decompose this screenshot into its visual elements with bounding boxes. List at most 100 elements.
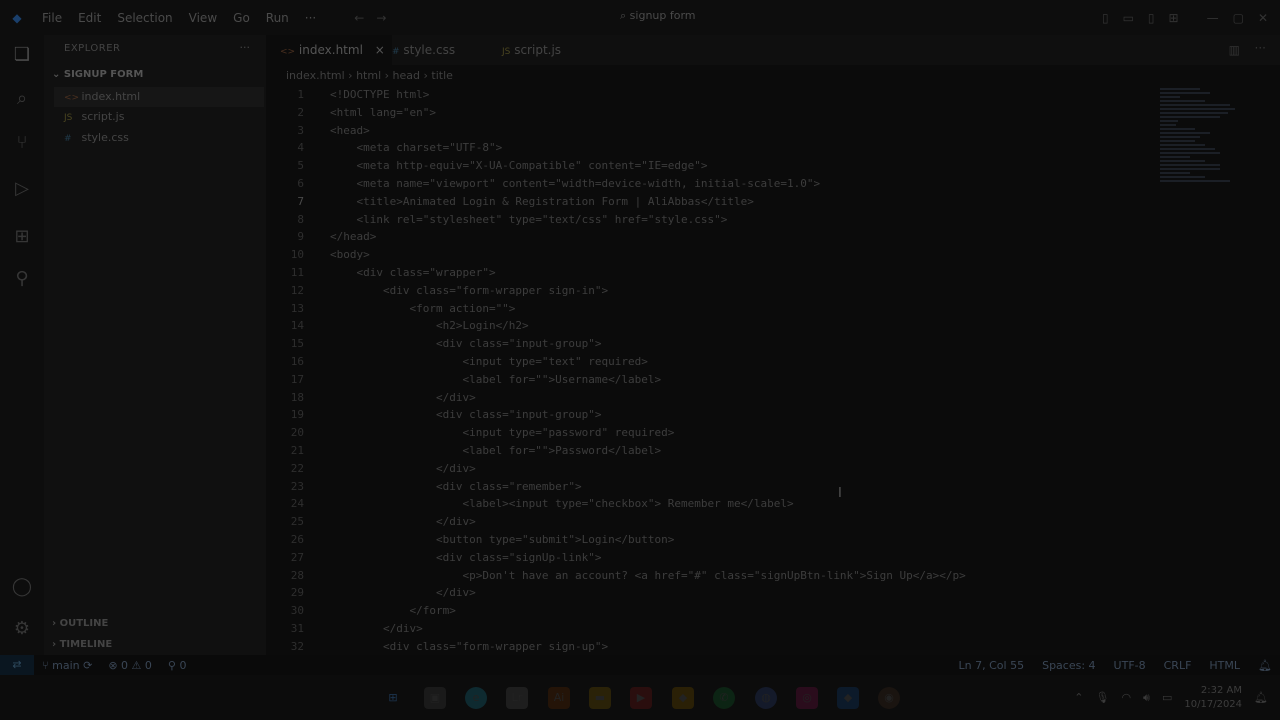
chrome-profile-icon[interactable]: ◍ — [755, 687, 777, 709]
code-line[interactable]: 12 <div class="form-wrapper sign-in"> — [266, 282, 1280, 300]
binance-icon[interactable]: ◆ — [672, 687, 694, 709]
breadcrumb-title[interactable]: title — [431, 69, 453, 82]
problems-indicator[interactable]: ⊗ 0 ⚠ 0 — [100, 659, 160, 672]
code-line[interactable]: 7 <title>Animated Login & Registration F… — [266, 193, 1280, 211]
code-line[interactable]: 20 <input type="password" required> — [266, 424, 1280, 442]
code-line[interactable]: 3 <head> — [266, 122, 1280, 140]
file-explorer-icon[interactable]: ▬ — [589, 687, 611, 709]
code-line[interactable]: 2 <html lang="en"> — [266, 104, 1280, 122]
source-control-icon[interactable]: ⑂ — [10, 131, 34, 155]
menu-selection[interactable]: Selection — [109, 11, 180, 25]
account-icon[interactable]: ◯ — [10, 575, 34, 599]
tab-script-js[interactable]: JS script.js — [488, 35, 602, 65]
menu-more[interactable]: ··· — [297, 11, 324, 25]
minimap[interactable] — [1160, 86, 1270, 206]
notifications-bell-icon[interactable]: 🔔︎ — [1258, 659, 1272, 672]
tab-index-html[interactable]: <> index.html × — [266, 35, 392, 65]
more-actions-icon[interactable]: ··· — [1255, 41, 1266, 55]
edge-browser-icon[interactable]: e — [465, 687, 487, 709]
split-editor-icon[interactable]: ▥ — [1229, 43, 1240, 57]
cursor-position[interactable]: Ln 7, Col 55 — [959, 659, 1025, 672]
code-line[interactable]: 6 <meta name="viewport" content="width=d… — [266, 175, 1280, 193]
notifications-bell-icon[interactable]: 🔔︎ — [1254, 691, 1268, 704]
end-of-line[interactable]: CRLF — [1164, 659, 1192, 672]
code-line[interactable]: 10 <body> — [266, 246, 1280, 264]
code-editor[interactable]: 1 <!DOCTYPE html> 2 <html lang="en"> 3 <head>… — [266, 86, 1280, 654]
forward-arrow-icon[interactable]: → — [376, 11, 386, 25]
menu-view[interactable]: View — [181, 11, 225, 25]
code-line[interactable]: 4 <meta charset="UTF-8"> — [266, 139, 1280, 157]
code-line[interactable]: 5 <meta http-equiv="X-UA-Compatible" con… — [266, 157, 1280, 175]
indentation[interactable]: Spaces: 4 — [1042, 659, 1095, 672]
wifi-icon[interactable]: ◠ — [1121, 691, 1131, 704]
toggle-panel-icon[interactable]: ▭ — [1123, 11, 1134, 25]
start-windows-icon[interactable]: ⊞ — [382, 687, 404, 709]
code-line[interactable]: 25 </div> — [266, 513, 1280, 531]
timeline-section[interactable]: › TIMELINE — [52, 639, 112, 650]
chrome-icon[interactable]: ◉ — [878, 687, 900, 709]
volume-icon[interactable]: 🔊︎ — [1143, 691, 1150, 705]
menu-run[interactable]: Run — [258, 11, 297, 25]
minimize-icon[interactable]: — — [1207, 11, 1219, 25]
search-icon[interactable]: ⌕ — [10, 87, 34, 111]
illustrator-icon[interactable]: Ai — [548, 687, 570, 709]
folder-signup-form[interactable]: ⌄ SIGNUP FORM — [52, 69, 143, 80]
code-line[interactable]: 27 <div class="signUp-link"> — [266, 549, 1280, 567]
lightroom-icon[interactable]: Lr — [506, 687, 528, 709]
media-player-icon[interactable]: ▶ — [630, 687, 652, 709]
microphone-icon[interactable]: 🎙︎ — [1095, 691, 1109, 704]
menu-edit[interactable]: Edit — [70, 11, 109, 25]
code-line[interactable]: 13 <form action=""> — [266, 300, 1280, 318]
battery-icon[interactable]: ▭ — [1162, 691, 1172, 704]
whatsapp-icon[interactable]: ✆ — [713, 687, 735, 709]
run-debug-icon[interactable]: ▷ — [10, 177, 34, 201]
code-line[interactable]: 24 <label><input type="checkbox"> Rememb… — [266, 495, 1280, 513]
code-line[interactable]: 32 <div class="form-wrapper sign-up"> — [266, 638, 1280, 654]
code-line[interactable]: 26 <button type="submit">Login</button> — [266, 531, 1280, 549]
maximize-icon[interactable]: ▢ — [1233, 11, 1244, 25]
branch-indicator[interactable]: ⑂ main ⟳ — [34, 659, 100, 672]
encoding[interactable]: UTF-8 — [1114, 659, 1146, 672]
settings-gear-icon[interactable]: ⚙ — [10, 617, 34, 641]
breadcrumb-html[interactable]: html — [356, 69, 381, 82]
code-line[interactable]: 14 <h2>Login</h2> — [266, 317, 1280, 335]
language-mode[interactable]: HTML — [1209, 659, 1240, 672]
breadcrumb-index-html[interactable]: index.html — [286, 69, 345, 82]
code-line[interactable]: 11 <div class="wrapper"> — [266, 264, 1280, 282]
code-line[interactable]: 21 <label for="">Password</label> — [266, 442, 1280, 460]
code-line[interactable]: 31 </div> — [266, 620, 1280, 638]
clock[interactable]: 2:32 AM 10/17/2024 — [1184, 684, 1242, 712]
vscode-taskbar-icon[interactable]: ◆ — [837, 687, 859, 709]
instagram-icon[interactable]: ◎ — [796, 687, 818, 709]
code-line[interactable]: 30 </form> — [266, 602, 1280, 620]
close-window-icon[interactable]: ✕ — [1258, 11, 1268, 25]
taskbar-app-icon[interactable]: ▣ — [424, 687, 446, 709]
code-line[interactable]: 18 </div> — [266, 389, 1280, 407]
ports-indicator[interactable]: ⚲ 0 — [160, 659, 195, 672]
breadcrumb-head[interactable]: head — [393, 69, 420, 82]
code-line[interactable]: 8 <link rel="stylesheet" type="text/css"… — [266, 211, 1280, 229]
code-line[interactable]: 23 <div class="remember"> — [266, 478, 1280, 496]
remote-explorer-icon[interactable]: ⚲ — [10, 267, 34, 291]
show-hidden-icons-chevron-up-icon[interactable]: ⌃ — [1074, 691, 1083, 704]
menu-go[interactable]: Go — [225, 11, 258, 25]
toggle-sidebar-icon[interactable]: ▯ — [1102, 11, 1109, 25]
explorer-icon[interactable]: ❏ — [10, 43, 34, 67]
remote-indicator-icon[interactable]: ⇄ — [0, 655, 34, 675]
tab-style-css[interactable]: # style.css — [378, 35, 502, 65]
menu-file[interactable]: File — [34, 11, 70, 25]
code-line[interactable]: 28 <p>Don't have an account? <a href="#"… — [266, 567, 1280, 585]
code-line[interactable]: 16 <input type="text" required> — [266, 353, 1280, 371]
code-line[interactable]: 1 <!DOCTYPE html> — [266, 86, 1280, 104]
code-line[interactable]: 19 <div class="input-group"> — [266, 406, 1280, 424]
code-line[interactable]: 9 </head> — [266, 228, 1280, 246]
file-script-js[interactable]: JS script.js — [54, 107, 264, 127]
explorer-more-button[interactable]: ··· — [240, 41, 251, 54]
file-style-css[interactable]: # style.css — [54, 128, 264, 148]
code-line[interactable]: 22 </div> — [266, 460, 1280, 478]
customize-layout-icon[interactable]: ⊞ — [1169, 11, 1179, 25]
outline-section[interactable]: › OUTLINE — [52, 618, 108, 629]
file-index-html[interactable]: <> index.html — [54, 87, 264, 107]
code-line[interactable]: 29 </div> — [266, 584, 1280, 602]
toggle-secondary-sidebar-icon[interactable]: ▯ — [1148, 11, 1155, 25]
